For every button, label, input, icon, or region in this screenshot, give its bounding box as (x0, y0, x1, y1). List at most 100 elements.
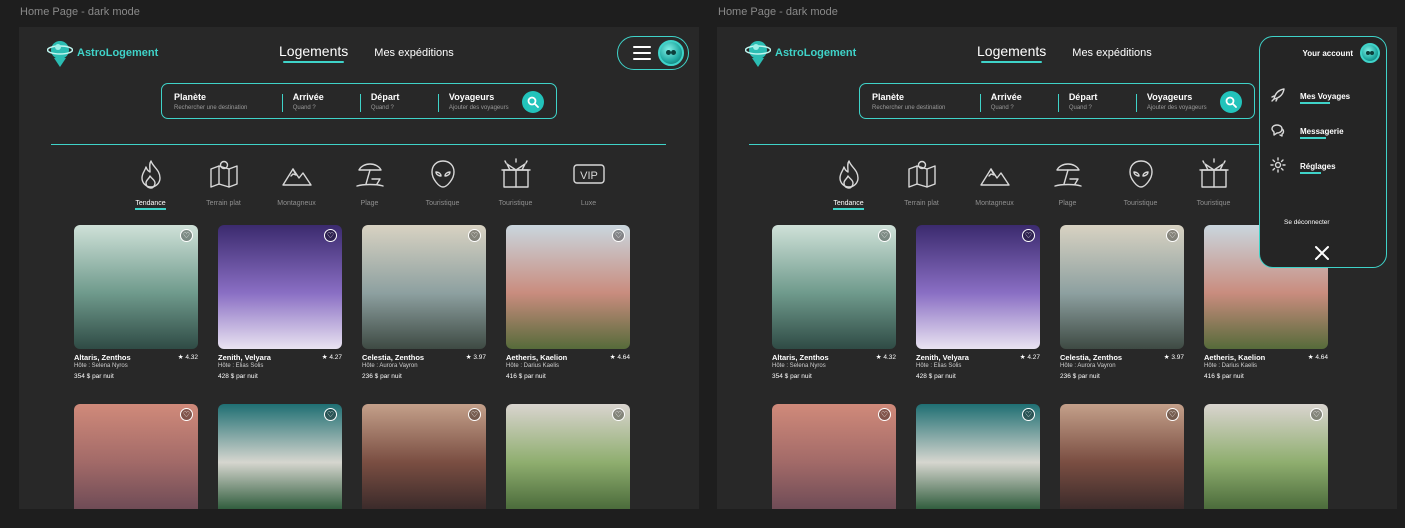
beach-umbrella-icon (1051, 157, 1085, 196)
nav-mes-expeditions[interactable]: Mes expéditions (1072, 47, 1152, 63)
account-menu-item[interactable]: Mes Voyages (1270, 87, 1350, 108)
beach-umbrella-icon (353, 157, 387, 196)
logout-button[interactable]: Se déconnecter (1270, 219, 1330, 238)
search-field-planete[interactable]: Planète Rechercher une destination (174, 92, 283, 112)
listing-photo[interactable]: ♡ (1204, 404, 1328, 509)
favorite-heart-icon[interactable]: ♡ (1310, 408, 1323, 421)
listing-photo[interactable]: ♡ (772, 225, 896, 349)
listing-photo[interactable]: ♡ (1060, 225, 1184, 349)
search-field-placeholder: Rechercher une destination (872, 104, 946, 111)
favorite-heart-icon[interactable]: ♡ (612, 408, 625, 421)
listing-card[interactable]: ♡ (1060, 404, 1184, 509)
category-montagneux[interactable]: Montagneux (958, 157, 1031, 210)
account-header[interactable]: Your account (1302, 43, 1380, 63)
listing-grid: ♡ Altaris, Zenthos ★ 4.32 Hôte : Selena Nyr… (772, 225, 1328, 509)
listing-name: Altaris, Zenthos (74, 353, 131, 362)
account-menu-item[interactable]: Réglages (1270, 157, 1336, 178)
favorite-heart-icon[interactable]: ♡ (878, 408, 891, 421)
listing-card[interactable]: ♡ Celestia, Zenthos ★ 3.97 Hôte : Aurora Va… (362, 225, 486, 380)
listing-photo[interactable]: ♡ (1060, 404, 1184, 509)
listing-price: 354 $ par nuit (772, 373, 812, 380)
category-tendance[interactable]: Tendance (812, 157, 885, 210)
favorite-heart-icon[interactable]: ♡ (324, 229, 337, 242)
category-touristique[interactable]: Touristique (1177, 157, 1250, 210)
account-menu-label: Réglages (1300, 162, 1336, 174)
listing-photo[interactable]: ♡ (916, 404, 1040, 509)
listing-photo[interactable]: ♡ (218, 225, 342, 349)
search-field-arrivee[interactable]: Arrivée Quand ? (990, 91, 1059, 112)
listing-photo[interactable]: ♡ (772, 404, 896, 509)
listing-card[interactable]: ♡ Zenith, Velyara ★ 4.27 Hôte : Elias Solis… (218, 225, 342, 380)
listing-card[interactable]: ♡ (916, 404, 1040, 509)
search-field-depart[interactable]: Départ Quand ? (370, 91, 439, 112)
account-menu-label: Mes Voyages (1300, 92, 1350, 104)
listing-photo[interactable]: ♡ (506, 225, 630, 349)
brand-logo[interactable]: AstroLogement (745, 37, 856, 69)
gear-icon (1270, 157, 1286, 178)
favorite-heart-icon[interactable]: ♡ (180, 229, 193, 242)
listing-card[interactable]: ♡ Zenith, Velyara ★ 4.27 Hôte : Elias Solis… (916, 225, 1040, 380)
search-field-arrivee[interactable]: Arrivée Quand ? (293, 92, 361, 112)
listing-card[interactable]: ♡ (362, 404, 486, 509)
nav-mes-expeditions[interactable]: Mes expéditions (374, 47, 454, 63)
category-luxe[interactable]: VIP Luxe (552, 157, 625, 210)
search-field-planete[interactable]: Planète Rechercher une destination (872, 92, 981, 112)
favorite-heart-icon[interactable]: ♡ (468, 408, 481, 421)
account-menu-button[interactable] (617, 36, 689, 70)
category-terrain-plat[interactable]: Terrain plat (187, 157, 260, 210)
listing-card[interactable]: ♡ (218, 404, 342, 509)
search-button[interactable] (1220, 91, 1242, 113)
category-touristique[interactable]: Touristique (1104, 157, 1177, 210)
favorite-heart-icon[interactable]: ♡ (878, 229, 891, 242)
category-plage[interactable]: Plage (333, 157, 406, 210)
category-touristique[interactable]: Touristique (479, 157, 552, 210)
map-icon (905, 157, 939, 196)
favorite-heart-icon[interactable]: ♡ (180, 408, 193, 421)
chat-bubbles-icon (1270, 122, 1286, 143)
listing-photo[interactable]: ♡ (506, 404, 630, 509)
search-field-placeholder: Rechercher une destination (174, 104, 248, 111)
flame-icon (134, 157, 168, 196)
favorite-heart-icon[interactable]: ♡ (324, 408, 337, 421)
listing-card[interactable]: ♡ Celestia, Zenthos ★ 3.97 Hôte : Aurora Va… (1060, 225, 1184, 380)
listing-rating: ★ 4.64 (609, 354, 630, 361)
nav-logements[interactable]: Logements (279, 43, 348, 63)
favorite-heart-icon[interactable]: ♡ (1022, 408, 1035, 421)
favorite-heart-icon[interactable]: ♡ (1166, 408, 1179, 421)
listing-photo[interactable]: ♡ (362, 404, 486, 509)
listing-card[interactable]: ♡ Altaris, Zenthos ★ 4.32 Hôte : Selena Nyr… (74, 225, 198, 380)
category-terrain-plat[interactable]: Terrain plat (885, 157, 958, 210)
nav-logements[interactable]: Logements (977, 43, 1046, 63)
listing-card[interactable]: ♡ (74, 404, 198, 509)
search-button[interactable] (522, 91, 544, 113)
category-montagneux[interactable]: Montagneux (260, 157, 333, 210)
brand-logo[interactable]: AstroLogement (47, 37, 158, 69)
listing-photo[interactable]: ♡ (74, 225, 198, 349)
listing-header: Zenith, Velyara ★ 4.27 (916, 353, 1040, 362)
listing-card[interactable]: ♡ (506, 404, 630, 509)
listing-photo[interactable]: ♡ (218, 404, 342, 509)
listing-price: 416 $ par nuit (506, 373, 546, 380)
listing-card[interactable]: ♡ (772, 404, 896, 509)
favorite-heart-icon[interactable]: ♡ (1166, 229, 1179, 242)
listing-rating: ★ 3.97 (1163, 354, 1184, 361)
favorite-heart-icon[interactable]: ♡ (468, 229, 481, 242)
listing-photo[interactable]: ♡ (74, 404, 198, 509)
listing-card[interactable]: ♡ Altaris, Zenthos ★ 4.32 Hôte : Selena Nyr… (772, 225, 896, 380)
account-menu-item[interactable]: Messagerie (1270, 122, 1344, 143)
favorite-heart-icon[interactable]: ♡ (612, 229, 625, 242)
close-icon[interactable] (1312, 243, 1332, 263)
favorite-heart-icon[interactable]: ♡ (1022, 229, 1035, 242)
listing-photo[interactable]: ♡ (362, 225, 486, 349)
category-plage[interactable]: Plage (1031, 157, 1104, 210)
listing-card[interactable]: ♡ Aetheris, Kaelion ★ 4.64 Hôte : Darius Ka… (506, 225, 630, 380)
flame-icon (832, 157, 866, 196)
listing-card[interactable]: ♡ (1204, 404, 1328, 509)
search-field-depart[interactable]: Départ Quand ? (1069, 92, 1137, 112)
category-tendance[interactable]: Tendance (114, 157, 187, 210)
category-touristique[interactable]: Touristique (406, 157, 479, 210)
search-field-title: Arrivée (990, 91, 1022, 102)
search-field-title: Départ (370, 91, 400, 102)
listing-photo[interactable]: ♡ (916, 225, 1040, 349)
main-nav: Logements Mes expéditions (279, 43, 454, 63)
